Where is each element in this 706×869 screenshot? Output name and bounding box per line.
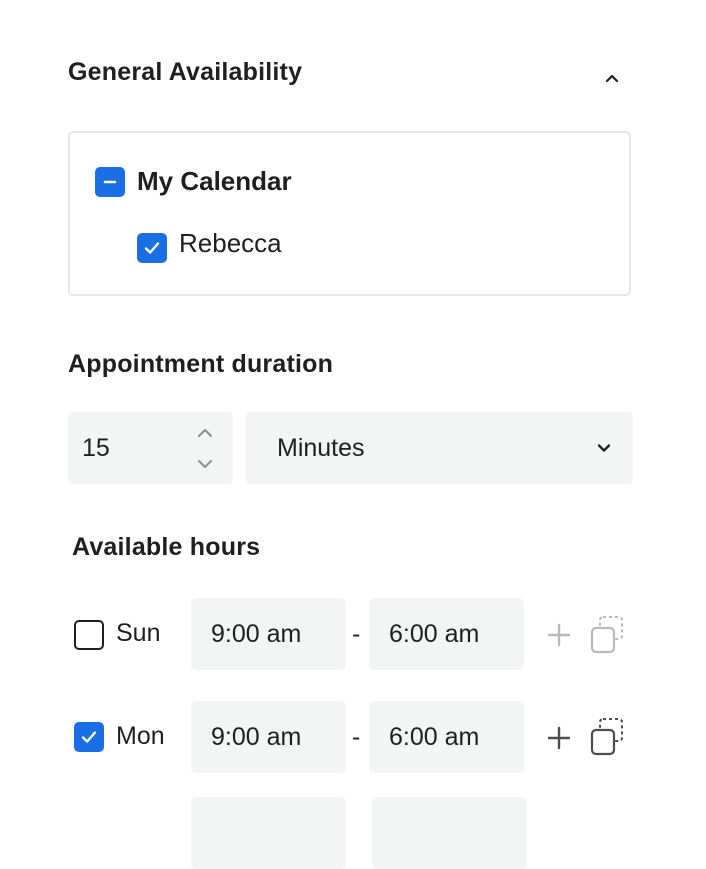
section-title-general-availability: General Availability xyxy=(68,58,303,86)
my-calendar-label: My Calendar xyxy=(137,166,292,196)
copy-icon xyxy=(590,718,623,756)
time-range-separator: - xyxy=(352,723,361,751)
calendar-item-checkbox-rebecca[interactable] xyxy=(137,233,167,263)
day-label-sun: Sun xyxy=(116,619,161,647)
calendar-item-label: Rebecca xyxy=(179,228,282,258)
duration-unit-value: Minutes xyxy=(277,433,365,462)
end-time-value: 6:00 am xyxy=(389,722,480,751)
chevron-down-icon xyxy=(198,460,212,468)
time-range-separator: - xyxy=(352,620,361,648)
plus-icon xyxy=(547,726,571,750)
copy-hours-button-sun[interactable] xyxy=(589,615,625,655)
end-time-value: 6:00 am xyxy=(389,619,480,648)
copy-hours-button-mon[interactable] xyxy=(589,717,625,757)
my-calendar-checkbox[interactable] xyxy=(95,167,125,197)
chevron-down-icon xyxy=(597,444,611,452)
start-time-field-sun[interactable]: 9:00 am xyxy=(191,598,346,670)
day-label-mon: Mon xyxy=(116,722,165,750)
end-time-field-mon[interactable]: 6:00 am xyxy=(369,701,524,773)
start-time-field-mon[interactable]: 9:00 am xyxy=(191,701,346,773)
end-time-field-sun[interactable]: 6:00 am xyxy=(369,598,524,670)
section-title-appointment-duration: Appointment duration xyxy=(68,350,334,378)
duration-unit-dropdown-icon-wrap[interactable] xyxy=(594,440,614,456)
chevron-up-icon xyxy=(605,74,619,83)
duration-unit-select[interactable]: Minutes xyxy=(245,412,633,484)
check-icon xyxy=(81,731,97,743)
calendar-selection-panel xyxy=(68,131,631,296)
duration-number-stepper[interactable]: 15 xyxy=(68,412,233,484)
collapse-section-button[interactable] xyxy=(600,66,624,90)
section-title-available-hours: Available hours xyxy=(72,533,261,561)
minus-icon xyxy=(103,180,117,184)
copy-icon xyxy=(590,616,623,654)
day-checkbox-mon[interactable] xyxy=(74,722,104,752)
duration-value[interactable]: 15 xyxy=(82,434,110,463)
plus-icon xyxy=(547,623,571,647)
check-icon xyxy=(144,242,160,254)
chevron-up-icon xyxy=(198,429,212,437)
add-time-slot-button-sun[interactable] xyxy=(545,621,573,649)
start-time-value: 9:00 am xyxy=(211,619,302,648)
duration-decrement-button[interactable] xyxy=(195,455,215,473)
start-time-value: 9:00 am xyxy=(211,722,302,751)
duration-increment-button[interactable] xyxy=(195,424,215,442)
day-checkbox-sun[interactable] xyxy=(74,620,104,650)
add-time-slot-button-mon[interactable] xyxy=(545,724,573,752)
